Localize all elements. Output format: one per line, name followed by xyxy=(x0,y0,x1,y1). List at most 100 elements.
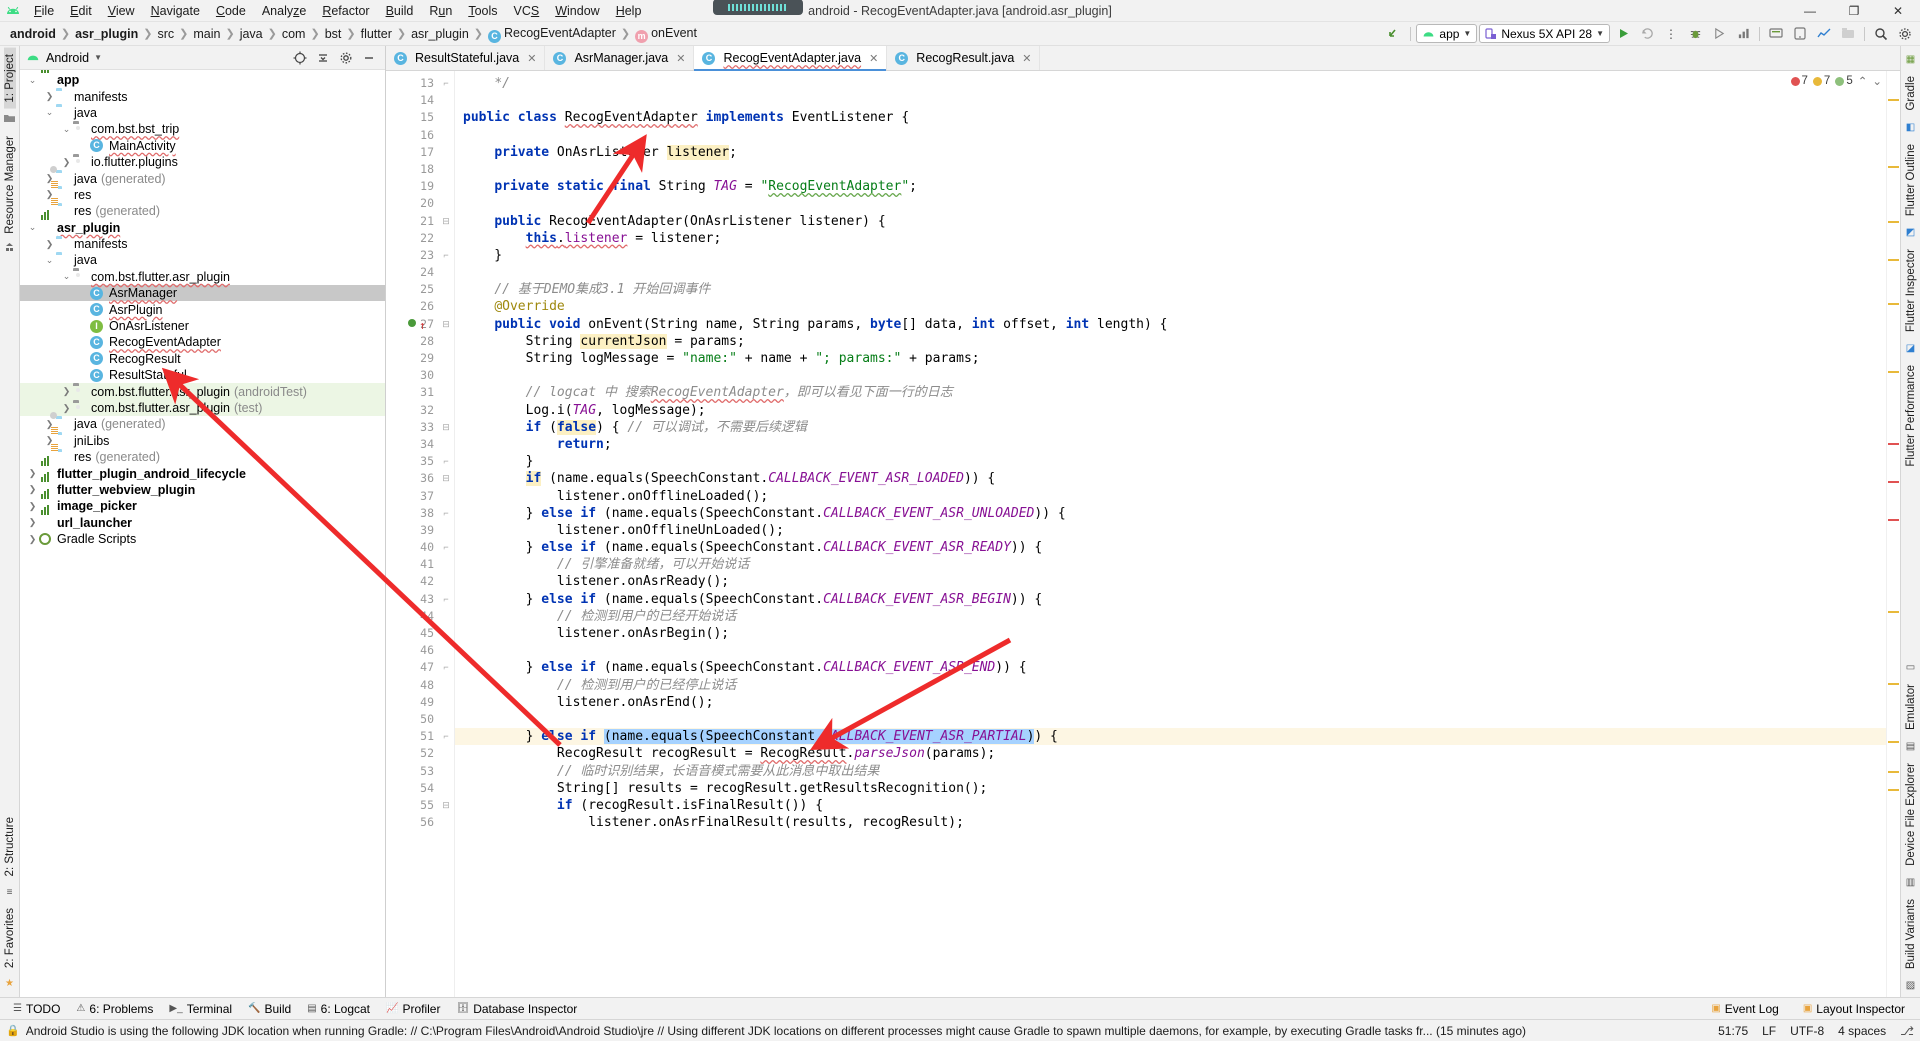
tool-window-layout-inspector[interactable]: ▣ Layout Inspector xyxy=(1796,1000,1912,1018)
breadcrumb-item-asr_plugin[interactable]: asr_plugin xyxy=(407,25,473,43)
tree-node-java[interactable]: ⌄ java xyxy=(20,105,385,121)
menu-navigate[interactable]: Navigate xyxy=(143,1,208,21)
tree-node-res[interactable]: res (generated) xyxy=(20,203,385,219)
tree-node-asrmanager[interactable]: C AsrManager xyxy=(20,285,385,302)
code-line[interactable]: if (recogResult.isFinalResult()) { xyxy=(455,797,1886,814)
collapse-all-icon[interactable] xyxy=(312,48,334,68)
breadcrumb-item-flutter[interactable]: flutter xyxy=(357,25,396,43)
code-line[interactable]: @Override xyxy=(455,298,1886,315)
line-number[interactable]: 55 xyxy=(386,797,438,814)
tool-window-build[interactable]: 🔨 Build xyxy=(241,1000,298,1018)
breadcrumb-item-android[interactable]: android xyxy=(6,25,60,43)
menu-build[interactable]: Build xyxy=(378,1,422,21)
status-message[interactable]: Android Studio is using the following JD… xyxy=(26,1024,1712,1038)
line-number[interactable]: 36 xyxy=(386,470,438,487)
sdk-manager-icon[interactable] xyxy=(1765,24,1787,44)
fold-marker[interactable]: ⊟ xyxy=(438,470,454,487)
hide-panel-icon[interactable] xyxy=(358,48,380,68)
breadcrumb-item-src[interactable]: src xyxy=(154,25,179,43)
menu-help[interactable]: Help xyxy=(608,1,650,21)
menu-code[interactable]: Code xyxy=(208,1,254,21)
error-stripe-mark[interactable] xyxy=(1888,789,1899,791)
scroll-from-source-icon[interactable] xyxy=(289,48,311,68)
sidebar-item-project[interactable]: 1: Project xyxy=(3,48,16,109)
device-file-explorer-icon[interactable] xyxy=(1837,24,1859,44)
menu-edit[interactable]: Edit xyxy=(62,1,100,21)
tool-window-todo[interactable]: ☰ TODO xyxy=(6,1000,67,1018)
breadcrumb-item-main[interactable]: main xyxy=(189,25,224,43)
tree-expand-arrow[interactable]: ❯ xyxy=(60,403,73,414)
code-line[interactable]: private static final String TAG = "Recog… xyxy=(455,178,1886,195)
file-encoding[interactable]: UTF-8 xyxy=(1790,1024,1824,1038)
code-line[interactable] xyxy=(455,127,1886,144)
fold-marker[interactable] xyxy=(438,92,454,109)
code-line[interactable]: String logMessage = "name:" + name + "; … xyxy=(455,350,1886,367)
line-number[interactable]: 22 xyxy=(386,230,438,247)
fold-marker[interactable] xyxy=(438,642,454,659)
code-line[interactable]: if (false) { // 可以调试，不需要后续逻辑 xyxy=(455,419,1886,436)
editor-tab-asrmanager-java[interactable]: C AsrManager.java ✕ xyxy=(545,46,695,70)
tree-node-recogeventadapter[interactable]: C RecogEventAdapter xyxy=(20,334,385,350)
line-number[interactable]: 54 xyxy=(386,780,438,797)
tree-expand-arrow[interactable]: ⌄ xyxy=(60,124,73,135)
menu-window[interactable]: Window xyxy=(547,1,607,21)
breadcrumb-item-asr_plugin[interactable]: asr_plugin xyxy=(71,25,142,43)
tree-node-resultstateful[interactable]: C ResultStateful xyxy=(20,367,385,383)
fold-marker[interactable] xyxy=(438,694,454,711)
run-coverage-button[interactable] xyxy=(1708,24,1730,44)
fold-marker[interactable]: ⌐ xyxy=(438,505,454,522)
line-number[interactable]: 43 xyxy=(386,591,438,608)
line-number[interactable]: 14 xyxy=(386,92,438,109)
tool-window-profiler[interactable]: 📈 Profiler xyxy=(379,1000,447,1018)
editor-tab-recogeventadapter-java[interactable]: C RecogEventAdapter.java ✕ xyxy=(694,46,888,71)
line-number[interactable]: 33 xyxy=(386,419,438,436)
tree-expand-arrow[interactable]: ❯ xyxy=(43,91,56,102)
line-number[interactable]: 17 xyxy=(386,144,438,161)
tree-node-java[interactable]: ⌄ java xyxy=(20,252,385,268)
code-line[interactable]: } xyxy=(455,247,1886,264)
tree-expand-arrow[interactable]: ❯ xyxy=(26,501,39,512)
tree-node-com-bst-flutter-asr_plugin[interactable]: ❯ com.bst.flutter.asr_plugin (androidTest) xyxy=(20,383,385,400)
code-line[interactable]: // 临时识别结果，长语音模式需要从此消息中取出结果 xyxy=(455,763,1886,780)
code-line[interactable]: private OnAsrListener listener; xyxy=(455,144,1886,161)
code-line[interactable] xyxy=(455,161,1886,178)
error-stripe-mark[interactable] xyxy=(1888,99,1899,101)
tool-window-terminal[interactable]: ▶_ Terminal xyxy=(162,1000,239,1018)
sidebar-item-flutter-performance[interactable]: Flutter Performance xyxy=(1905,358,1917,474)
sidebar-item-resource-manager[interactable]: Resource Manager xyxy=(4,130,16,240)
fold-marker[interactable] xyxy=(438,281,454,298)
tree-node-mainactivity[interactable]: C MainActivity xyxy=(20,138,385,154)
gear-icon[interactable] xyxy=(1894,24,1916,44)
line-number[interactable]: 50 xyxy=(386,711,438,728)
run-configuration-selector[interactable]: app ▼ xyxy=(1416,24,1478,43)
fold-marker[interactable] xyxy=(438,814,454,831)
code-folding-gutter[interactable]: ⌐ ⊟ ⌐ ⊟ ⊟ ⌐ ⊟ ⌐ ⌐ ⌐ ⌐ ⌐ ⊟ xyxy=(438,71,454,997)
error-stripe-mark[interactable] xyxy=(1888,771,1899,773)
fold-marker[interactable] xyxy=(438,384,454,401)
editor-tab-bar[interactable]: C ResultStateful.java ✕ C AsrManager.java ✕ C R… xyxy=(386,46,1900,71)
chevron-down-icon[interactable]: ⌄ xyxy=(1872,74,1882,88)
close-icon[interactable]: ✕ xyxy=(676,52,685,65)
line-number[interactable]: 41 xyxy=(386,556,438,573)
tool-window-event-log[interactable]: ▣ Event Log xyxy=(1704,1000,1786,1018)
line-number[interactable]: 26 xyxy=(386,298,438,315)
code-line[interactable]: } else if (name.equals(SpeechConstant.CA… xyxy=(455,659,1886,676)
error-stripe-mark[interactable] xyxy=(1888,611,1899,613)
code-line[interactable]: // 引擎准备就绪，可以开始说话 xyxy=(455,556,1886,573)
tree-node-asr_plugin[interactable]: ⌄ asr_plugin xyxy=(20,210,385,236)
minimize-button[interactable]: — xyxy=(1788,0,1832,22)
tree-node-com-bst-flutter-asr_plugin[interactable]: ⌄ com.bst.flutter.asr_plugin xyxy=(20,269,385,285)
tree-expand-arrow[interactable]: ❯ xyxy=(60,157,73,168)
fold-marker[interactable] xyxy=(438,230,454,247)
tree-node-res[interactable]: ❯ res xyxy=(20,187,385,203)
error-stripe-mark[interactable] xyxy=(1888,519,1899,521)
code-line[interactable] xyxy=(455,367,1886,384)
code-line[interactable]: this.listener = listener; xyxy=(455,230,1886,247)
tree-expand-arrow[interactable]: ⌄ xyxy=(43,107,56,118)
tree-expand-arrow[interactable]: ❯ xyxy=(26,534,39,545)
line-number[interactable]: 49 xyxy=(386,694,438,711)
code-content[interactable]: */ public class RecogEventAdapter implem… xyxy=(454,71,1886,997)
line-number[interactable]: 32 xyxy=(386,402,438,419)
close-button[interactable]: ✕ xyxy=(1876,0,1920,22)
chevron-up-icon[interactable]: ⌃ xyxy=(1858,74,1868,88)
